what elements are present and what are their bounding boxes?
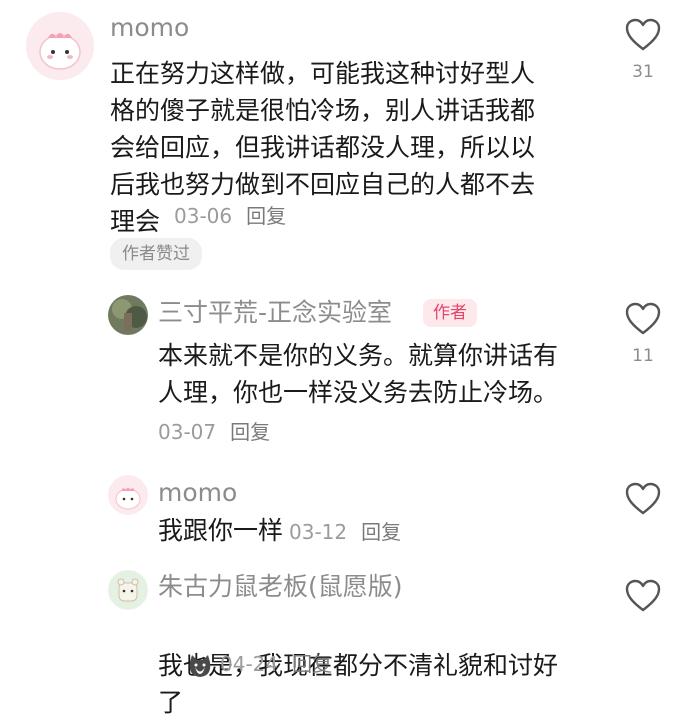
reply-button[interactable]: 回复 <box>246 204 286 228</box>
reply-text: 我跟你一样 <box>158 516 284 545</box>
reply-date: 03-07 <box>158 420 217 444</box>
reply-username[interactable]: 三寸平荒-正念实验室 <box>158 298 392 328</box>
reply-username[interactable]: 朱古力鼠老板(鼠愿版) <box>158 572 403 602</box>
author-tag: 作者 <box>423 299 477 327</box>
avatar[interactable] <box>108 570 148 610</box>
like-count: 31 <box>632 62 654 82</box>
avatar[interactable] <box>108 295 148 335</box>
cat-emoji-icon <box>186 652 214 680</box>
reply-button[interactable]: 回复 <box>292 652 332 676</box>
avatar[interactable] <box>26 12 94 80</box>
reply-meta: 03-07 回复 <box>152 419 270 445</box>
comment-meta: 03-06 回复 <box>168 203 286 229</box>
heart-outline-icon[interactable] <box>625 18 661 52</box>
reply-button[interactable]: 回复 <box>361 520 401 544</box>
comment-date: 03-06 <box>174 204 233 228</box>
reply-line: 我跟你一样 03-12 回复 <box>158 518 401 545</box>
heart-outline-icon[interactable] <box>625 302 661 336</box>
reply-date: 04-24 <box>220 652 279 676</box>
reply-meta: 04-24 回复 <box>186 651 332 680</box>
heart-outline-icon[interactable] <box>625 482 661 516</box>
reply-text: 本来就不是你的义务。就算你讲话有 人理，你也一样没义务去防止冷场。 <box>158 341 559 407</box>
like-count: 11 <box>632 346 654 366</box>
reply-button[interactable]: 回复 <box>230 420 270 444</box>
comment-username[interactable]: momo <box>110 13 189 43</box>
heart-outline-icon[interactable] <box>625 579 661 613</box>
author-liked-badge: 作者赞过 <box>110 238 202 270</box>
reply-date: 03-12 <box>289 520 348 544</box>
avatar[interactable] <box>108 475 148 515</box>
reply-username[interactable]: momo <box>158 478 237 508</box>
